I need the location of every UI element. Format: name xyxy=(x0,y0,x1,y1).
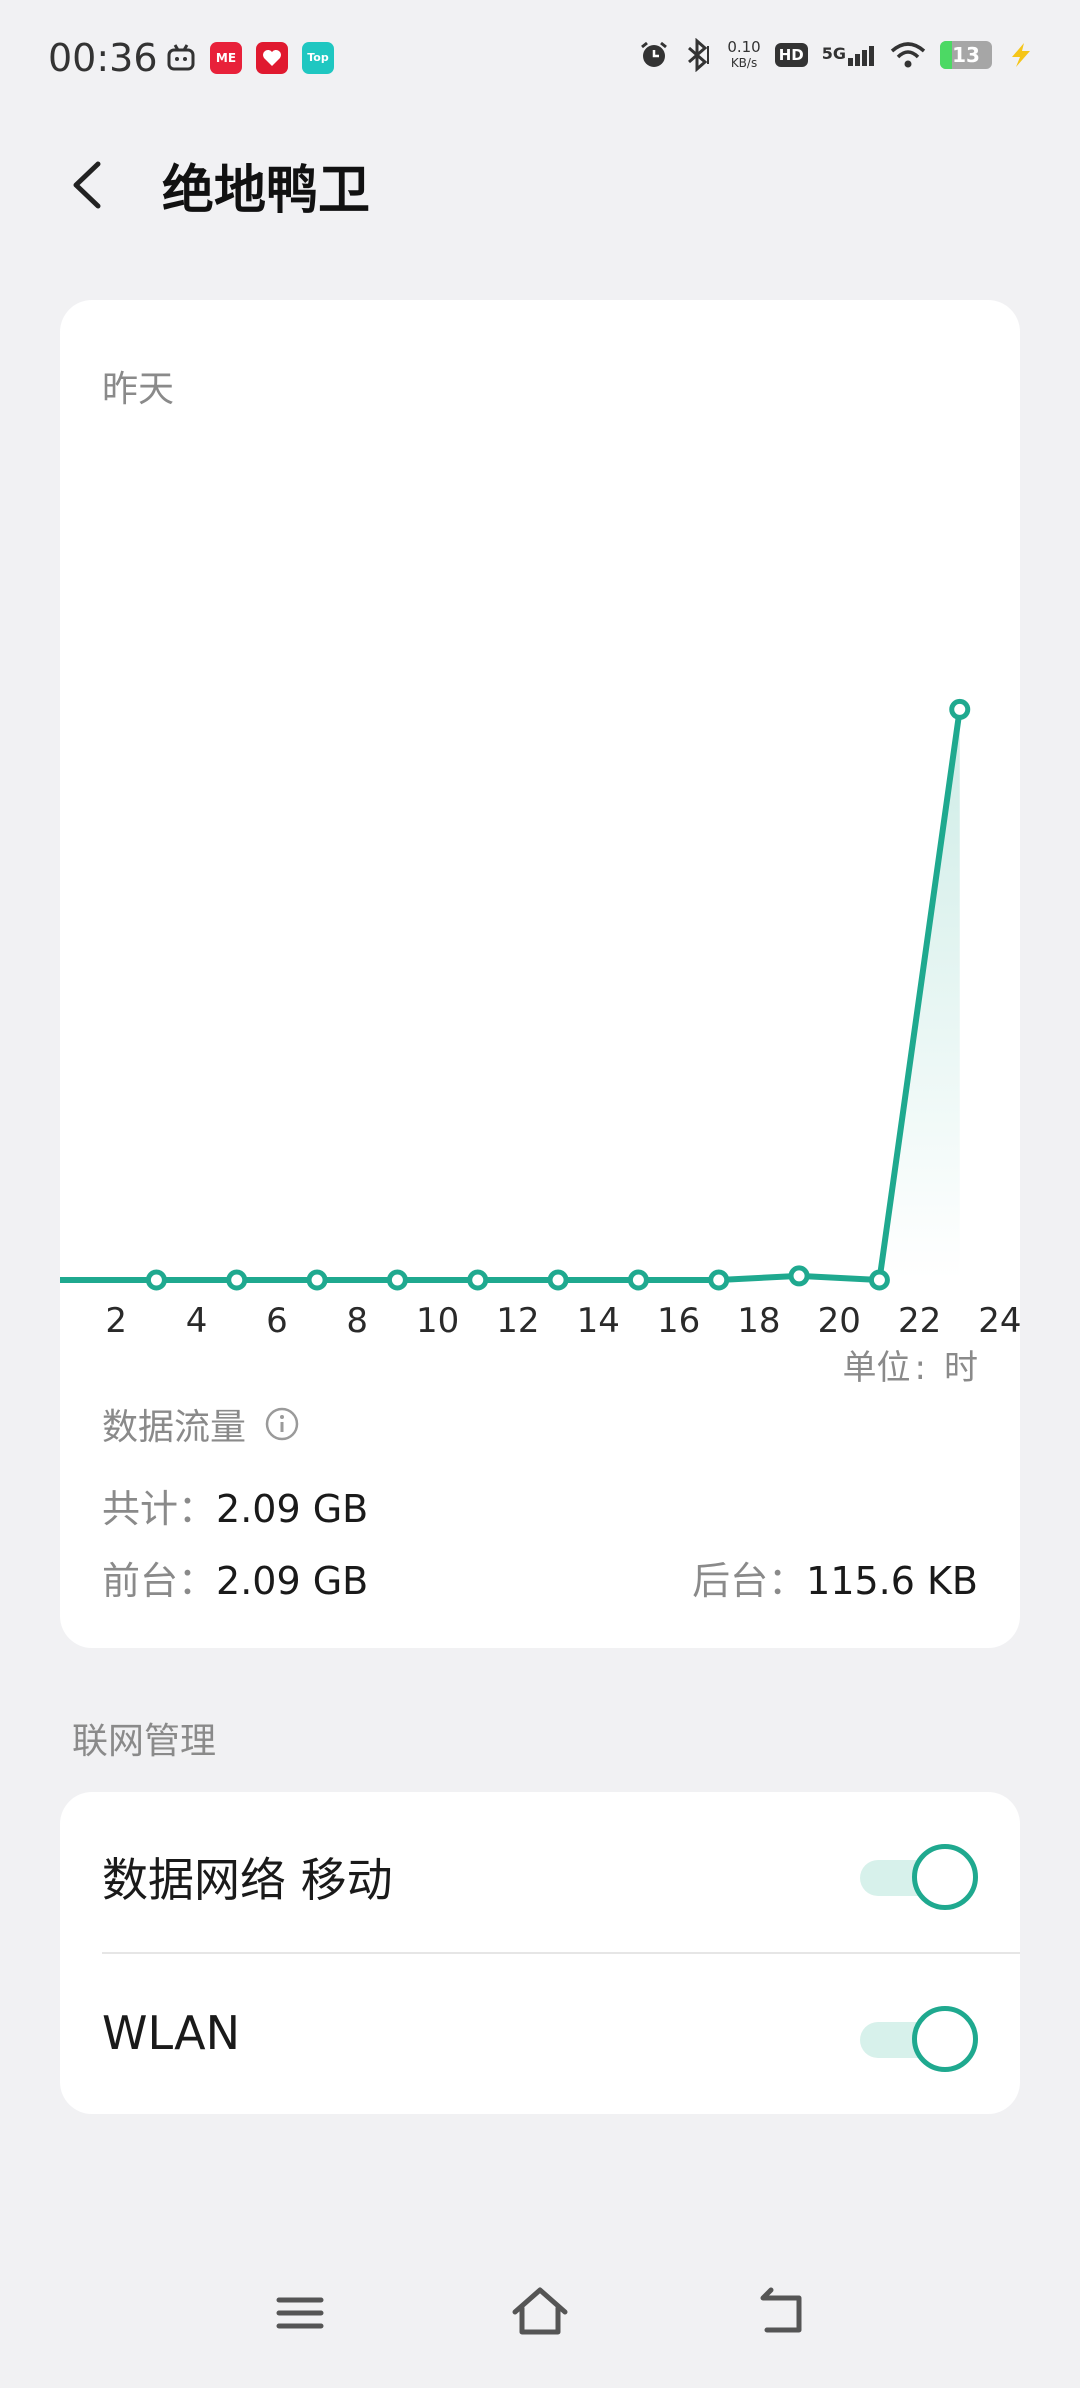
chart-x-tick-label: 2 xyxy=(105,1301,127,1340)
top-app-icon: Top xyxy=(302,42,334,74)
chart-point xyxy=(226,1269,248,1291)
chart-point xyxy=(788,1265,810,1287)
mobile-data-label: 数据网络 移动 xyxy=(102,1853,393,1907)
bilibili-app-icon xyxy=(167,44,195,71)
chart-unit: 单位: 时 xyxy=(842,1348,978,1388)
chart-point xyxy=(306,1269,328,1291)
chart-point xyxy=(145,1269,167,1291)
mobile-data-toggle[interactable] xyxy=(860,1844,978,1910)
battery-icon: 13 xyxy=(940,41,992,69)
chart-x-tick-label: 18 xyxy=(737,1301,780,1340)
total-usage: 共计：2.09 GB xyxy=(102,1487,369,1531)
back-arrow-icon[interactable] xyxy=(60,150,120,220)
chart-point xyxy=(386,1269,408,1291)
foreground-usage: 前台：2.09 GB xyxy=(102,1559,369,1603)
network-section-title: 联网管理 xyxy=(72,1721,217,1762)
chart-point xyxy=(868,1269,890,1291)
me-app-icon: ME xyxy=(210,42,242,74)
app-header: 绝地鸭卫 xyxy=(0,130,1080,240)
hd-icon: HD xyxy=(774,43,808,67)
alarm-icon xyxy=(641,41,668,67)
menu-icon[interactable] xyxy=(265,2278,335,2348)
home-icon[interactable] xyxy=(505,2278,575,2348)
chart-series-line xyxy=(60,708,963,1283)
chart-x-tick-label: 4 xyxy=(186,1301,208,1340)
chart-x-tick-label: 20 xyxy=(818,1301,861,1340)
info-icon[interactable] xyxy=(264,1406,300,1442)
navigation-bar xyxy=(0,2258,1080,2388)
chart-x-tick-label: 8 xyxy=(346,1301,368,1340)
chart-point xyxy=(467,1269,489,1291)
signal-icon: 5G xyxy=(822,44,876,66)
data-flow-label: 数据流量 xyxy=(102,1398,300,1450)
net-speed: 0.10 KB/s xyxy=(727,38,761,70)
chart-point xyxy=(547,1269,569,1291)
status-bar: 00:36 ME Top 0.10 KB/s HD 5G 13 xyxy=(0,0,1080,120)
chart-x-tick-label: 10 xyxy=(416,1301,459,1340)
background-usage: 后台：115.6 KB xyxy=(692,1559,978,1603)
chart-x-tick-label: 24 xyxy=(978,1301,1020,1340)
wifi-icon xyxy=(890,42,926,68)
chart-x-tick-label: 14 xyxy=(577,1301,620,1340)
network-card: 数据网络 移动 WLAN xyxy=(60,1792,1020,2114)
status-icons: 0.10 KB/s HD 5G 13 xyxy=(639,38,1036,72)
chart-x-tick-label: 16 xyxy=(657,1301,700,1340)
usage-card: 昨天 2 4 6 8 10 12 14 16 18 20 22 24 单位: 时 数据流量 共计：2.0… xyxy=(60,300,1020,1648)
usage-line-chart: 2 4 6 8 10 12 14 16 18 20 22 24 xyxy=(60,698,1020,1340)
chart-x-tick-label: 6 xyxy=(266,1301,288,1340)
wlan-toggle[interactable] xyxy=(860,2006,978,2072)
wlan-label: WLAN xyxy=(102,2006,241,2060)
period-label: 昨天 xyxy=(102,369,175,410)
status-time: 00:36 xyxy=(48,36,158,80)
wlan-row[interactable]: WLAN xyxy=(60,1954,1020,2114)
chart-x-tick-label: 22 xyxy=(898,1301,941,1340)
chart-x-tick-label: 12 xyxy=(496,1301,539,1340)
bluetooth-icon xyxy=(688,38,710,72)
back-nav-icon[interactable] xyxy=(745,2278,815,2348)
red-app-icon xyxy=(256,42,288,74)
page-title: 绝地鸭卫 xyxy=(162,161,371,221)
chart-point xyxy=(708,1269,730,1291)
charging-icon xyxy=(1012,43,1030,67)
mobile-data-row[interactable]: 数据网络 移动 xyxy=(60,1792,1020,1952)
chart-point xyxy=(627,1269,649,1291)
chart-point xyxy=(949,698,971,720)
